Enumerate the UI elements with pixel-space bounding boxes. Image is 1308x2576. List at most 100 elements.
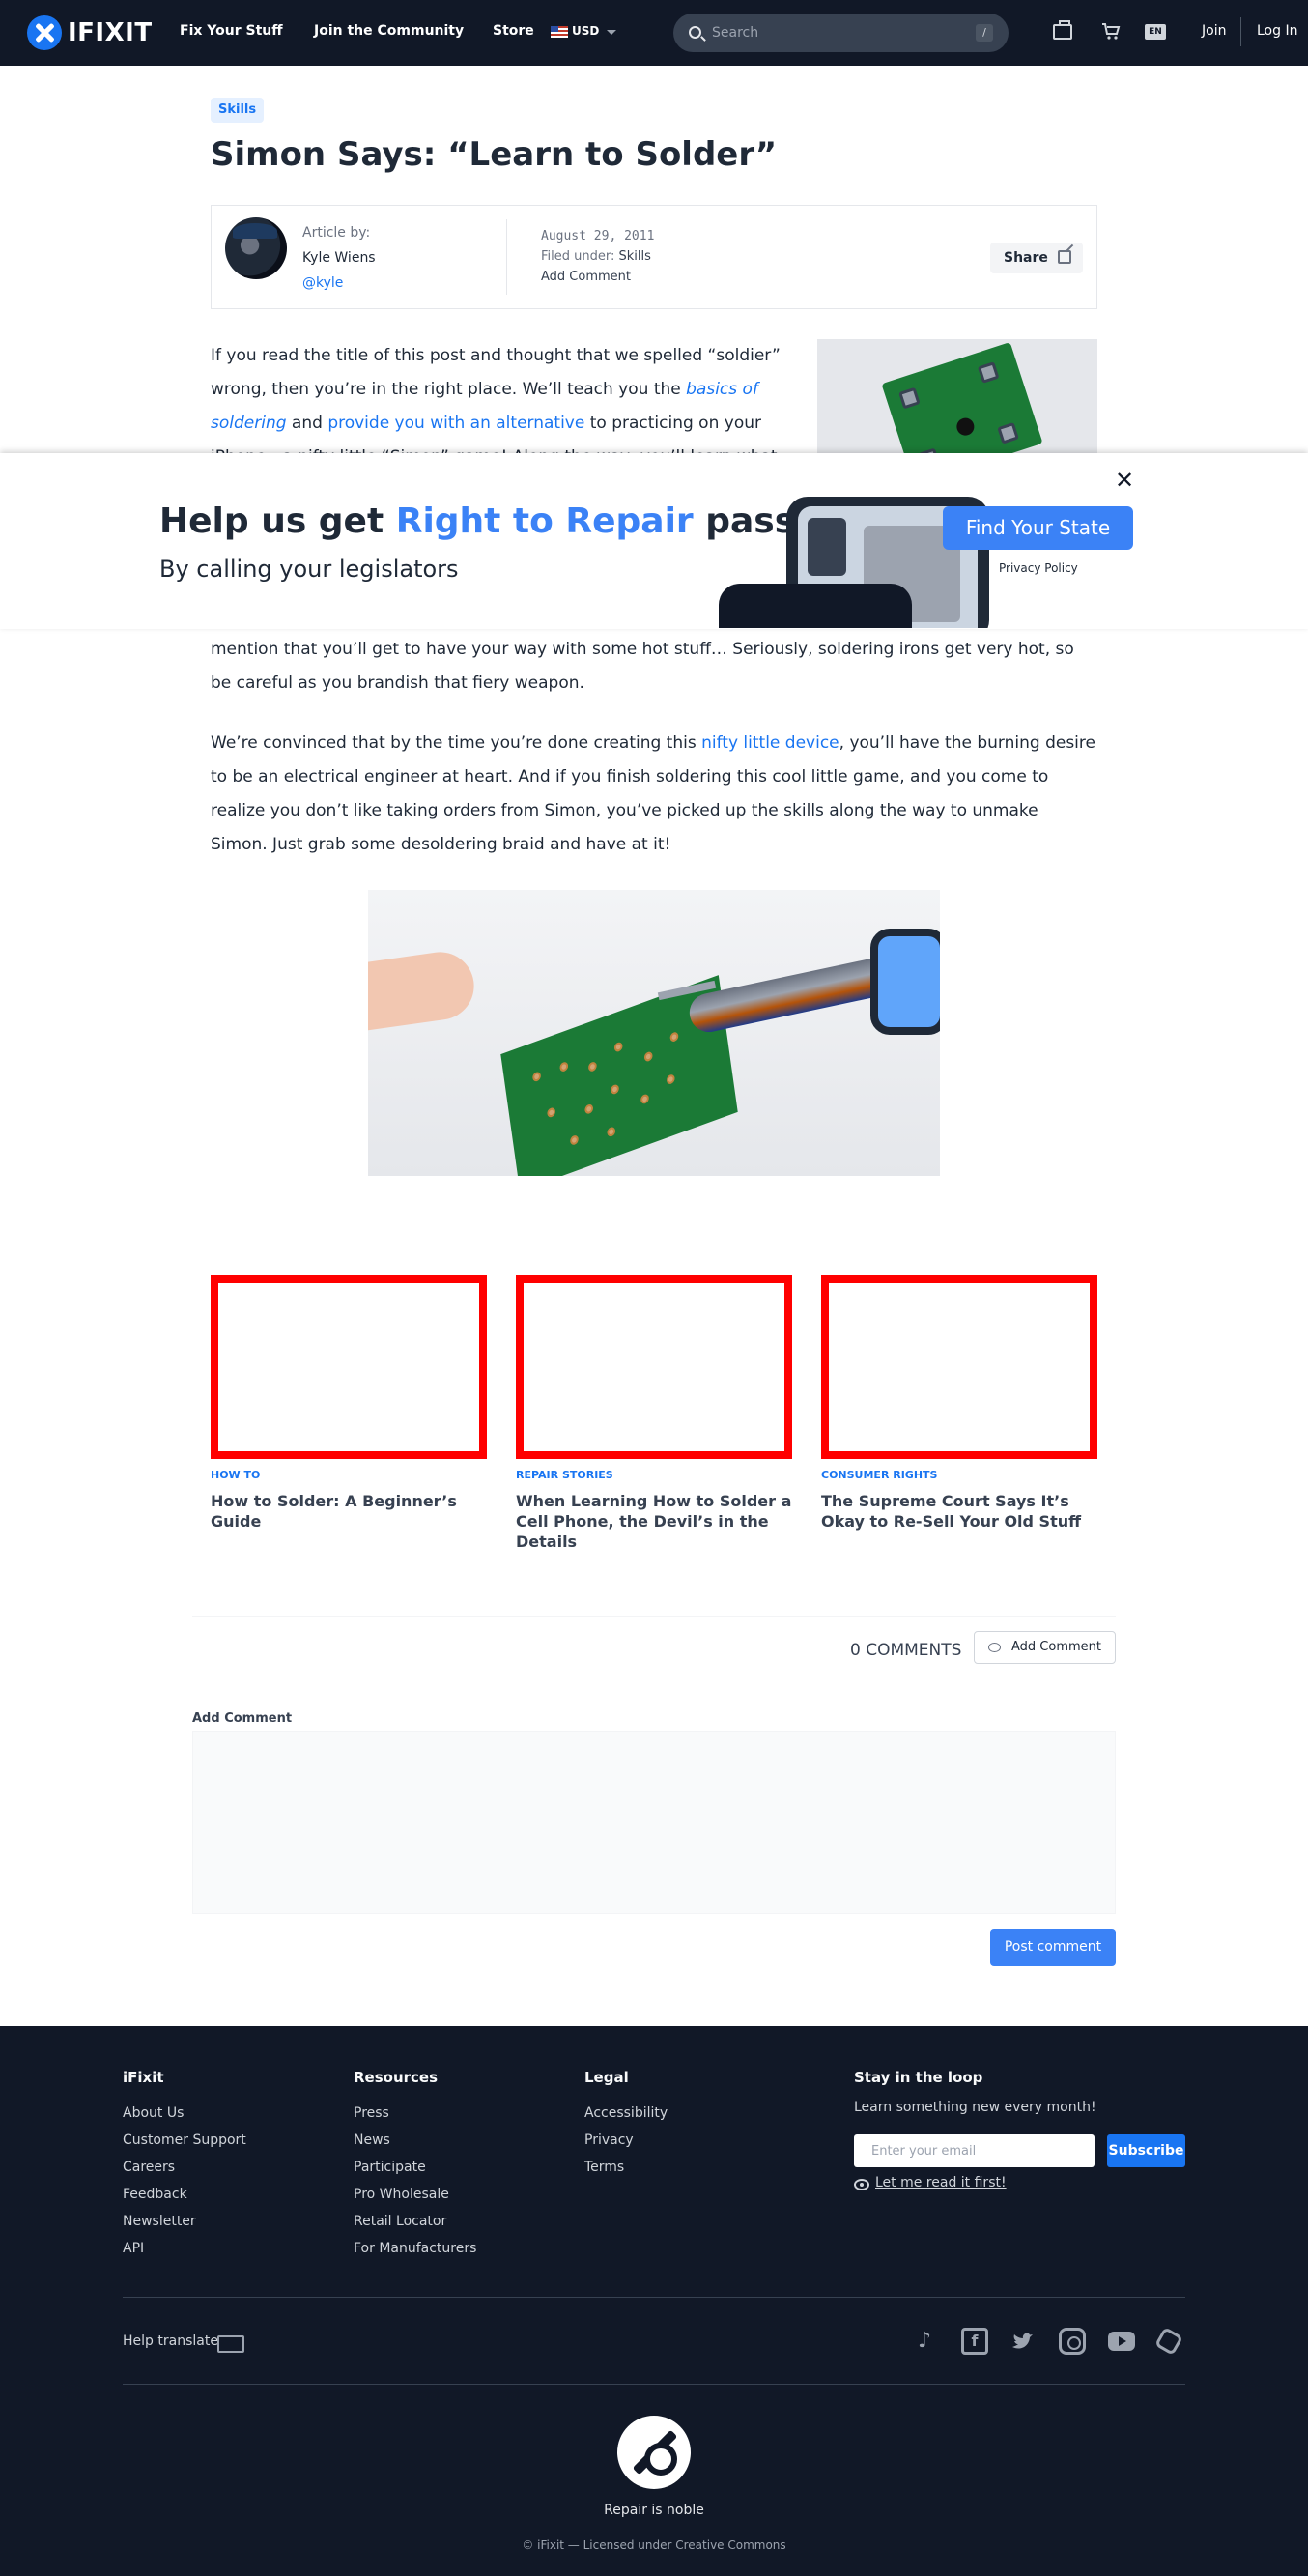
filed-under-category[interactable]: Skills	[619, 249, 651, 264]
footer-col-legal: Legal Accessibility Privacy Terms	[584, 2069, 668, 2181]
tiktok-icon[interactable]: ♪	[911, 2328, 938, 2355]
language-selector[interactable]: EN	[1145, 24, 1166, 40]
email-field[interactable]	[854, 2134, 1095, 2167]
solder-pad	[531, 1071, 542, 1083]
youtube-icon[interactable]	[1108, 2332, 1135, 2351]
share-button[interactable]: Share	[990, 243, 1083, 273]
footer-link[interactable]: Careers	[123, 2154, 246, 2181]
related-category[interactable]: REPAIR STORIES	[516, 1469, 792, 1481]
eye-icon	[854, 2179, 869, 2190]
footer-link[interactable]: News	[354, 2127, 476, 2154]
p1-text-2: and	[286, 414, 328, 433]
headline-pre: Help us get	[159, 501, 396, 541]
share-label: Share	[1004, 250, 1048, 266]
solder-pad	[587, 1060, 598, 1073]
nav-join-community[interactable]: Join the Community	[314, 23, 464, 39]
board-button	[977, 361, 1000, 384]
soldering-image[interactable]	[368, 890, 940, 1176]
related-category[interactable]: CONSUMER RIGHTS	[821, 1469, 1097, 1481]
finger	[368, 947, 479, 1036]
alternative-link[interactable]: provide you with an alternative	[327, 414, 584, 433]
hex-icon[interactable]	[1153, 2326, 1184, 2357]
comment-form-label: Add Comment	[192, 1711, 293, 1726]
footer-link[interactable]: Press	[354, 2100, 476, 2127]
related-thumbnail[interactable]	[211, 1275, 487, 1459]
translate-icon[interactable]	[217, 2335, 244, 2353]
author-handle[interactable]: @kyle	[302, 275, 343, 291]
board-button	[997, 421, 1019, 444]
footer: iFixit About Us Customer Support Careers…	[0, 2026, 1308, 2576]
footer-link[interactable]: For Manufacturers	[354, 2235, 476, 2262]
author-avatar[interactable]	[225, 217, 287, 279]
currency-selector[interactable]: USD	[572, 24, 599, 38]
related-title[interactable]: When Learning How to Solder a Cell Phone…	[516, 1491, 792, 1552]
twitter-icon[interactable]	[1009, 2328, 1037, 2355]
related-title[interactable]: How to Solder: A Beginner’s Guide	[211, 1491, 487, 1531]
p3-text-1: We’re convinced that by the time you’re …	[211, 733, 702, 753]
privacy-policy-link[interactable]: Privacy Policy	[999, 561, 1078, 575]
search-bar[interactable]: /	[673, 14, 1009, 52]
meta-add-comment-link[interactable]: Add Comment	[541, 270, 631, 284]
search-input[interactable]	[712, 23, 963, 43]
article-meta: Article by: Kyle Wiens @kyle August 29, …	[211, 205, 1097, 309]
cart-icon[interactable]	[1101, 21, 1121, 41]
top-nav: IFIXIT Fix Your Stuff Join the Community…	[0, 0, 1308, 66]
iron-grip	[870, 929, 940, 1035]
search-shortcut-badge: /	[976, 24, 993, 42]
related-card[interactable]: REPAIR STORIES When Learning How to Sold…	[516, 1275, 792, 1552]
right-to-repair-banner: ✕ Help us get Right to Repair passed By …	[0, 453, 1308, 629]
phone-front	[719, 584, 912, 628]
related-card[interactable]: CONSUMER RIGHTS The Supreme Court Says I…	[821, 1275, 1097, 1531]
comment-textarea[interactable]	[192, 1731, 1116, 1914]
related-category[interactable]: HOW TO	[211, 1469, 487, 1481]
footer-link[interactable]: Pro Wholesale	[354, 2181, 476, 2208]
solder-pad	[640, 1093, 650, 1105]
close-icon[interactable]: ✕	[1115, 467, 1134, 494]
paragraph-2: mention that you’ll get to have your way…	[211, 640, 1074, 693]
post-comment-button[interactable]: Post comment	[990, 1929, 1116, 1966]
article-by-label: Article by:	[302, 225, 371, 241]
ifixit-logo[interactable]: IFIXIT	[27, 15, 153, 50]
headline-highlight: Right to Repair	[395, 501, 694, 541]
repair-fist-logo-icon	[617, 2416, 691, 2489]
footer-link[interactable]: Accessibility	[584, 2100, 668, 2127]
nifty-little-device-link[interactable]: nifty little device	[701, 733, 839, 753]
chevron-down-icon[interactable]	[607, 30, 616, 35]
help-translate-link[interactable]: Help translate	[123, 2333, 218, 2349]
simon-board	[881, 342, 1043, 457]
join-link[interactable]: Join	[1202, 23, 1226, 39]
login-link[interactable]: Log In	[1257, 23, 1297, 39]
instagram-icon[interactable]	[1059, 2328, 1086, 2355]
us-flag-icon[interactable]	[551, 26, 568, 38]
subscribe-button[interactable]: Subscribe	[1107, 2134, 1185, 2167]
footer-link[interactable]: Customer Support	[123, 2127, 246, 2154]
toolbox-icon[interactable]	[1053, 20, 1072, 40]
category-tag[interactable]: Skills	[211, 98, 265, 123]
nav-fix-your-stuff[interactable]: Fix Your Stuff	[180, 23, 283, 39]
footer-col-ifixit: iFixit About Us Customer Support Careers…	[123, 2069, 246, 2262]
related-card[interactable]: HOW TO How to Solder: A Beginner’s Guide	[211, 1275, 487, 1531]
footer-link[interactable]: Terms	[584, 2154, 668, 2181]
simon-game-image[interactable]	[817, 339, 1097, 457]
footer-link[interactable]: Feedback	[123, 2181, 246, 2208]
footer-link[interactable]: Privacy	[584, 2127, 668, 2154]
solder-pad	[569, 1133, 580, 1147]
read-first-link[interactable]: Let me read it first!	[875, 2175, 1007, 2190]
footer-link[interactable]: Participate	[354, 2154, 476, 2181]
footer-link[interactable]: About Us	[123, 2100, 246, 2127]
footer-link[interactable]: API	[123, 2235, 246, 2262]
footer-heading: iFixit	[123, 2069, 164, 2086]
related-thumbnail[interactable]	[821, 1275, 1097, 1459]
facebook-icon[interactable]: f	[961, 2328, 988, 2355]
footer-link[interactable]: Newsletter	[123, 2208, 246, 2235]
meta-divider	[506, 219, 507, 295]
footer-heading: Resources	[354, 2069, 439, 2086]
related-title[interactable]: The Supreme Court Says It’s Okay to Re-S…	[821, 1491, 1097, 1531]
find-your-state-button[interactable]: Find Your State	[943, 506, 1133, 550]
related-thumbnail[interactable]	[516, 1275, 792, 1459]
phone-camera	[808, 518, 846, 576]
article-title: Simon Says: “Learn to Solder”	[211, 135, 778, 174]
add-comment-button[interactable]: Add Comment	[974, 1631, 1116, 1664]
nav-store[interactable]: Store	[493, 23, 534, 39]
footer-link[interactable]: Retail Locator	[354, 2208, 476, 2235]
